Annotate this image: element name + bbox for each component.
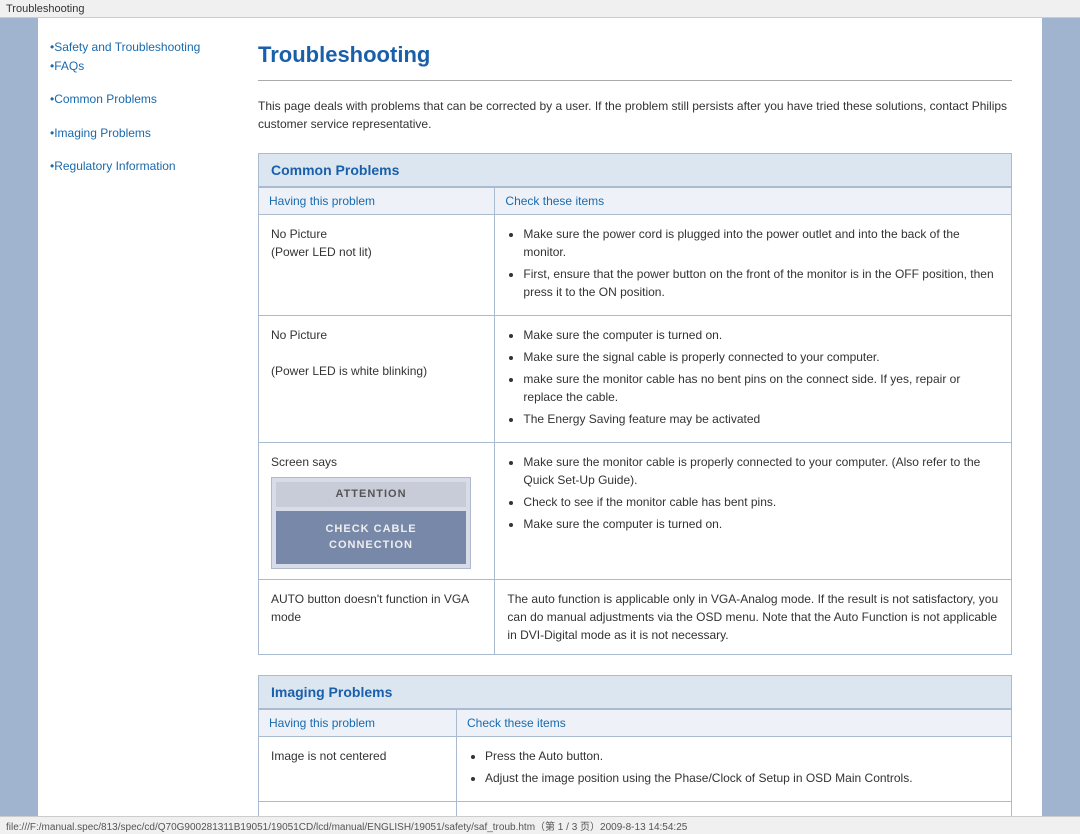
list-item: Adjust the image position using the Phas…: [485, 769, 999, 787]
status-bar: file:///F:/manual.spec/813/spec/cd/Q70G9…: [0, 816, 1080, 834]
status-bar-text: file:///F:/manual.spec/813/spec/cd/Q70G9…: [6, 818, 687, 833]
list-item: Make sure the computer is turned on.: [523, 326, 999, 344]
common-problems-table: Having this problem Check these items No…: [258, 187, 1012, 655]
right-panel: [1042, 18, 1080, 816]
problem-cell: No Picture(Power LED not lit): [259, 215, 495, 316]
divider: [258, 80, 1012, 81]
sidebar-section-1: •Safety and Troubleshooting •FAQs: [50, 38, 216, 76]
imaging-problems-table: Having this problem Check these items Im…: [258, 709, 1012, 817]
main-container: •Safety and Troubleshooting •FAQs •Commo…: [0, 18, 1080, 816]
check-cell: Make sure the monitor cable is properly …: [495, 443, 1012, 580]
sidebar-link-faqs[interactable]: •FAQs: [50, 57, 216, 76]
sidebar-section-3: •Imaging Problems: [50, 124, 216, 143]
sidebar-link-regulatory[interactable]: •Regulatory Information: [50, 157, 216, 176]
list-item: Make sure the monitor cable is properly …: [523, 453, 999, 489]
col-problem-header: Having this problem: [259, 709, 457, 736]
table-row: No Picture(Power LED not lit) Make sure …: [259, 215, 1012, 316]
list-item: Press the Auto button.: [485, 747, 999, 765]
check-cell: Check that the signal cable is properly …: [456, 801, 1011, 816]
sidebar-link-common[interactable]: •Common Problems: [50, 90, 216, 109]
list-item: Make sure the computer is turned on.: [523, 515, 999, 533]
problem-cell: Screen says ATTENTION CHECK CABLE CONNEC…: [259, 443, 495, 580]
common-problems-header: Common Problems: [258, 153, 1012, 187]
problem-cell: No Picture(Power LED is white blinking): [259, 316, 495, 443]
sidebar-section-4: •Regulatory Information: [50, 157, 216, 176]
attention-body: CHECK CABLE CONNECTION: [276, 511, 466, 564]
sidebar: •Safety and Troubleshooting •FAQs •Commo…: [38, 18, 228, 816]
col-check-header: Check these items: [456, 709, 1011, 736]
problem-cell: Image vibrates on the screen: [259, 801, 457, 816]
sidebar-section-2: •Common Problems: [50, 90, 216, 109]
check-cell: Press the Auto button. Adjust the image …: [456, 736, 1011, 801]
table-row: Image vibrates on the screen Check that …: [259, 801, 1012, 816]
list-item: make sure the monitor cable has no bent …: [523, 370, 999, 406]
table-row: AUTO button doesn't function in VGA mode…: [259, 579, 1012, 654]
title-bar: Troubleshooting: [0, 0, 1080, 18]
problem-cell: Image is not centered: [259, 736, 457, 801]
list-item: Make sure the signal cable is properly c…: [523, 348, 999, 366]
left-panel: [0, 18, 38, 816]
table-row: Image is not centered Press the Auto but…: [259, 736, 1012, 801]
problem-cell: AUTO button doesn't function in VGA mode: [259, 579, 495, 654]
page-title: Troubleshooting: [258, 42, 1012, 68]
list-item: First, ensure that the power button on t…: [523, 265, 999, 301]
list-item: The Energy Saving feature may be activat…: [523, 410, 999, 428]
table-row: Screen says ATTENTION CHECK CABLE CONNEC…: [259, 443, 1012, 580]
attention-box: ATTENTION CHECK CABLE CONNECTION: [271, 477, 471, 569]
col-problem-header: Having this problem: [259, 188, 495, 215]
list-item: Check to see if the monitor cable has be…: [523, 493, 999, 511]
table-row: No Picture(Power LED is white blinking) …: [259, 316, 1012, 443]
imaging-problems-header: Imaging Problems: [258, 675, 1012, 709]
list-item: Make sure the power cord is plugged into…: [523, 225, 999, 261]
sidebar-link-imaging[interactable]: •Imaging Problems: [50, 124, 216, 143]
check-cell: Make sure the power cord is plugged into…: [495, 215, 1012, 316]
attention-header: ATTENTION: [276, 482, 466, 507]
intro-text: This page deals with problems that can b…: [258, 97, 1012, 133]
check-cell: The auto function is applicable only in …: [495, 579, 1012, 654]
col-check-header: Check these items: [495, 188, 1012, 215]
title-bar-text: Troubleshooting: [6, 3, 84, 15]
sidebar-link-safety[interactable]: •Safety and Troubleshooting: [50, 38, 216, 57]
check-cell: Make sure the computer is turned on. Mak…: [495, 316, 1012, 443]
content-area: Troubleshooting This page deals with pro…: [228, 18, 1042, 816]
